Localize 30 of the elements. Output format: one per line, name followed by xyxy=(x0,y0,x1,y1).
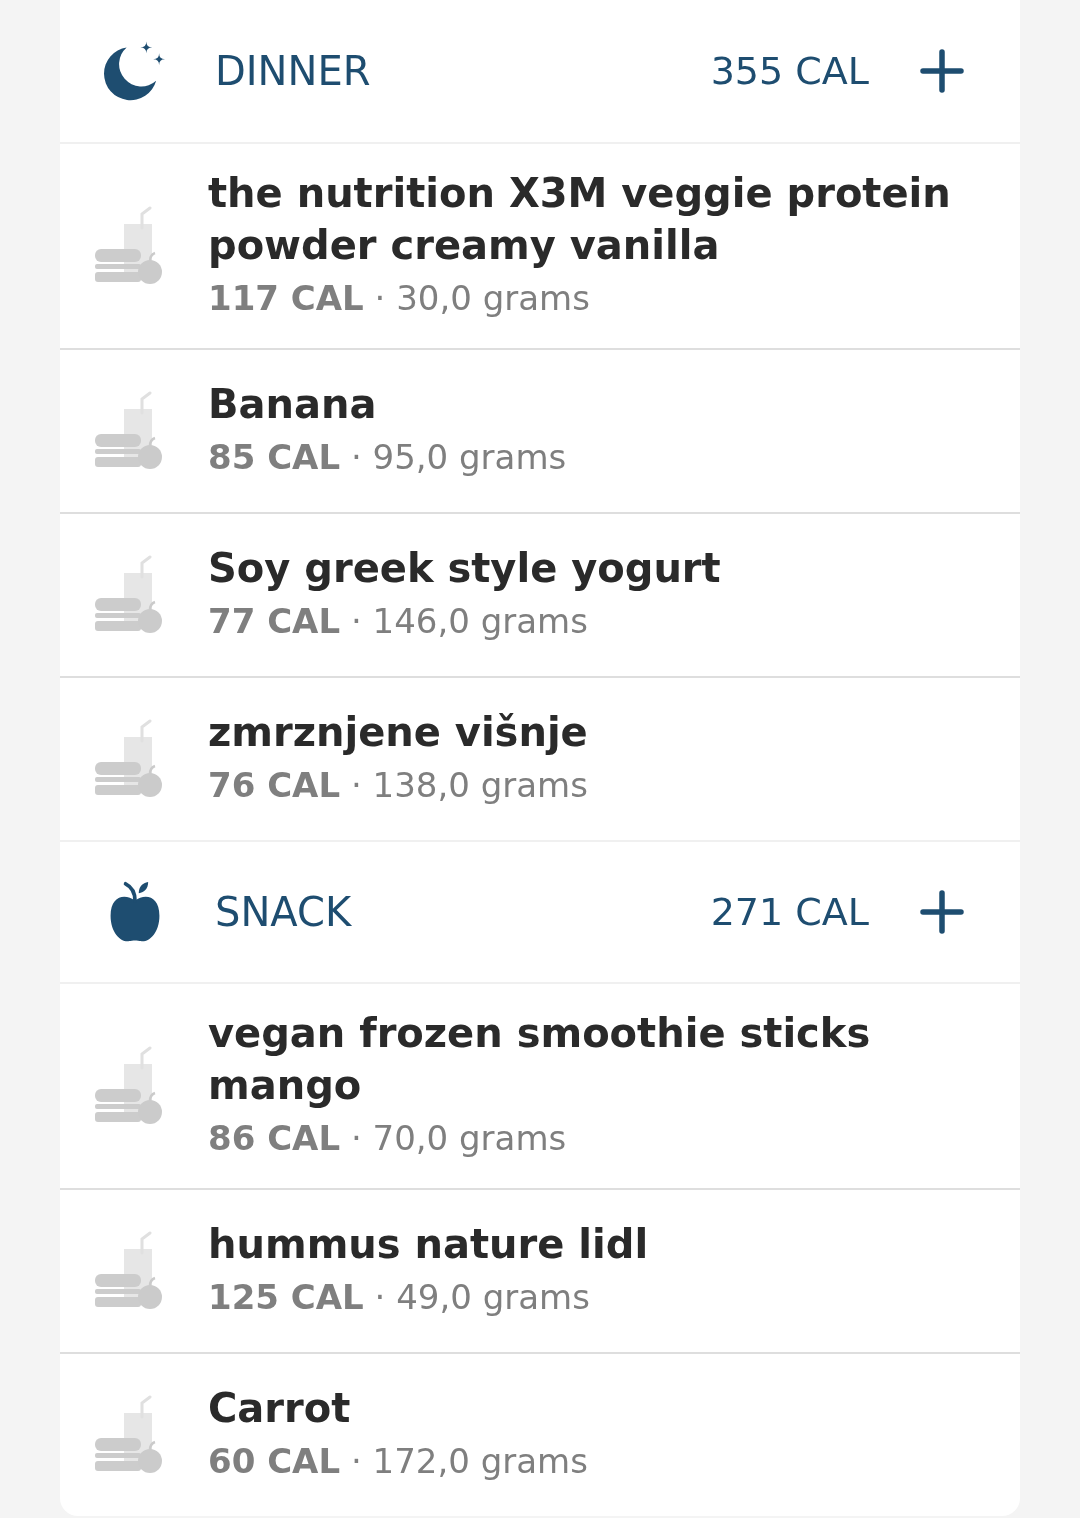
food-details: 85 CAL · 95,0 grams xyxy=(208,436,568,479)
food-details: 76 CAL · 138,0 grams xyxy=(208,764,589,807)
food-and-drink-icon xyxy=(95,1046,163,1126)
food-and-drink-icon xyxy=(95,1395,163,1475)
food-name: Soy greek style yogurt xyxy=(208,544,722,593)
food-name: Carrot xyxy=(208,1384,352,1433)
food-and-drink-icon xyxy=(95,206,163,286)
food-details: 117 CAL · 30,0 grams xyxy=(208,277,591,320)
food-and-drink-icon xyxy=(95,719,163,799)
food-details: 86 CAL · 70,0 grams xyxy=(208,1117,568,1160)
plus-icon xyxy=(920,49,964,93)
food-details: 125 CAL · 49,0 grams xyxy=(208,1276,591,1319)
meal-title: SNACK xyxy=(215,888,353,936)
food-details: 60 CAL · 172,0 grams xyxy=(208,1440,589,1483)
food-and-drink-icon xyxy=(95,1231,163,1311)
food-name: the nutrition X3M veggie protein powder creamy vanilla xyxy=(208,169,952,270)
food-and-drink-icon xyxy=(95,391,163,471)
meal-calories: 271 CAL xyxy=(710,889,869,936)
meal-title: DINNER xyxy=(215,47,372,95)
moon-stars-icon xyxy=(104,40,166,102)
food-and-drink-icon xyxy=(95,555,163,635)
add-food-button[interactable] xyxy=(919,889,965,935)
food-name: hummus nature lidl xyxy=(208,1220,650,1269)
plus-icon xyxy=(920,890,964,934)
food-name: zmrznjene višnje xyxy=(208,708,589,757)
add-food-button[interactable] xyxy=(919,48,965,94)
food-details: 77 CAL · 146,0 grams xyxy=(208,600,589,643)
food-name: Banana xyxy=(208,380,378,429)
food-name: vegan frozen smoothie sticks mango xyxy=(208,1009,872,1110)
meal-calories: 355 CAL xyxy=(710,48,869,95)
